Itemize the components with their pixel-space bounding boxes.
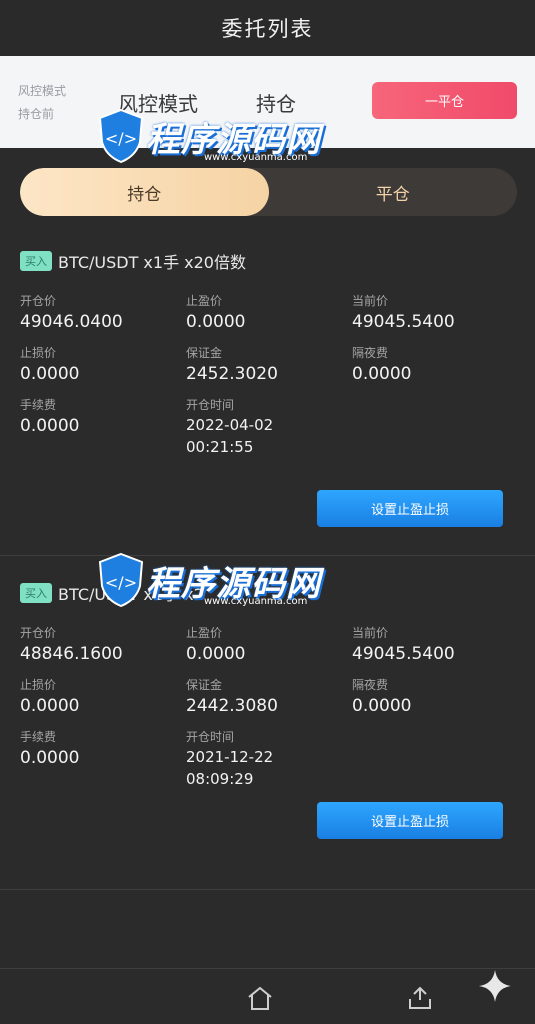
field-label: 保证金 [186,678,223,692]
field-label: 开仓价 [20,294,57,308]
svg-text:</>: </> [105,573,137,592]
field-current-price: 当前价 49045.5400 [352,624,517,666]
field-value: 48846.1600 [20,644,123,664]
field-value-date: 2021-12-22 [186,748,274,766]
field-label: 止盈价 [186,294,223,308]
shield-logo-icon: </> [98,108,144,164]
buy-badge: 买入 [20,583,52,603]
field-value: 0.0000 [186,312,246,332]
field-open-time: 开仓时间 2022-04-02 00:21:55 [186,396,352,458]
tab-holding[interactable]: 持仓 [20,168,269,216]
upload-icon[interactable] [406,985,434,1011]
shield-logo-icon: </> [98,552,144,608]
field-label: 隔夜费 [352,346,389,360]
field-value-time: 08:09:29 [186,770,254,788]
position-tabs: 持仓 平仓 [20,168,517,216]
field-label: 开仓时间 [186,398,235,412]
field-label: 止损价 [20,678,57,692]
watermark: </> 程序源码网 www.cxyuanma.com [96,552,321,608]
sparkle-icon [479,970,511,1002]
field-value: 49045.5400 [352,312,455,332]
field-label: 保证金 [186,346,223,360]
field-label: 止损价 [20,346,57,360]
field-stop-loss: 止损价 0.0000 [20,676,186,718]
watermark-url: www.cxyuanma.com [204,152,308,163]
field-overnight-fee: 隔夜费 0.0000 [352,344,517,386]
field-open-price: 开仓价 48846.1600 [20,624,186,666]
field-value: 0.0000 [20,696,80,716]
field-value: 2442.3080 [186,696,278,716]
field-value: 0.0000 [352,696,412,716]
tab-closed[interactable]: 平仓 [269,168,518,216]
buy-badge: 买入 [20,251,52,271]
field-current-price: 当前价 49045.5400 [352,292,517,334]
order-card: 买入 BTC/USDT x1手 x20倍数 开仓价 49046.0400 止盈价… [0,246,535,556]
field-open-time: 开仓时间 2021-12-22 08:09:29 [186,728,352,790]
field-label: 当前价 [352,626,389,640]
order-fields: 开仓价 48846.1600 止盈价 0.0000 当前价 49045.5400… [20,624,517,790]
svg-text:</>: </> [105,129,137,148]
field-margin: 保证金 2452.3020 [186,344,352,386]
field-label: 手续费 [20,730,57,744]
risk-small-label-mode: 风控模式 [18,84,67,98]
bottom-tab-bar [0,968,535,1024]
watermark-url: www.cxyuanma.com [204,596,308,607]
field-value: 0.0000 [20,364,80,384]
field-value: 49045.5400 [352,644,455,664]
field-value-date: 2022-04-02 [186,416,274,434]
field-label: 隔夜费 [352,678,389,692]
field-open-price: 开仓价 49046.0400 [20,292,186,334]
set-tp-sl-button[interactable]: 设置止盈止损 [317,490,503,527]
field-label: 止盈价 [186,626,223,640]
field-label: 手续费 [20,398,57,412]
field-label: 当前价 [352,294,389,308]
field-take-profit: 止盈价 0.0000 [186,624,352,666]
field-value: 2452.3020 [186,364,278,384]
field-overnight-fee: 隔夜费 0.0000 [352,676,517,718]
order-title: BTC/USDT x1手 x20倍数 [58,253,246,272]
order-fields: 开仓价 49046.0400 止盈价 0.0000 当前价 49045.5400… [20,292,517,458]
field-label: 开仓价 [20,626,57,640]
field-value-time: 00:21:55 [186,438,254,456]
field-value: 49046.0400 [20,312,123,332]
field-value: 0.0000 [186,644,246,664]
field-value: 0.0000 [20,748,80,768]
field-fee: 手续费 0.0000 [20,728,186,790]
close-all-button[interactable]: 一平仓 [372,82,517,119]
set-tp-sl-button[interactable]: 设置止盈止损 [317,802,503,839]
field-fee: 手续费 0.0000 [20,396,186,458]
field-value: 0.0000 [352,364,412,384]
order-title-row: 买入 BTC/USDT x1手 x20倍数 [20,246,517,276]
watermark: </> 程序源码网 www.cxyuanma.com [96,108,321,164]
page-title: 委托列表 [221,17,314,41]
field-stop-loss: 止损价 0.0000 [20,344,186,386]
field-label: 开仓时间 [186,730,235,744]
page-header: 委托列表 [0,0,535,56]
field-margin: 保证金 2442.3080 [186,676,352,718]
home-icon[interactable] [246,985,274,1011]
field-value: 0.0000 [20,416,80,436]
field-take-profit: 止盈价 0.0000 [186,292,352,334]
